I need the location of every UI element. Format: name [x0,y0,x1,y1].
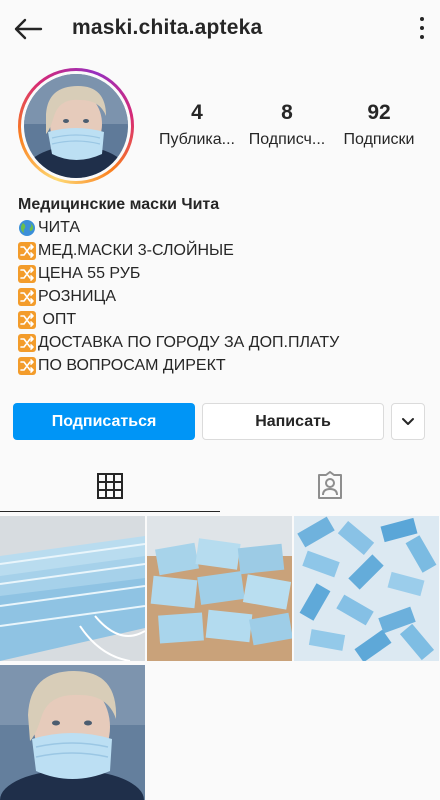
bio-text: МЕД.МАСКИ 3-СЛОЙНЫЕ [38,242,234,259]
stat-label: Подписки [343,131,415,148]
bio-line: ЦЕНА 55 РУБ [18,262,428,285]
stat-posts[interactable]: 4 Публика... [150,100,244,151]
bio-line: ЧИТА [18,216,428,239]
bio-line: ОПТ [18,308,428,331]
bio-text: ОПТ [38,311,77,328]
bio-text: ЧИТА [38,219,81,236]
post-thumbnail[interactable] [0,665,145,800]
message-button[interactable]: Написать [202,403,384,440]
grid-icon [97,472,123,499]
profile-username: maski.chita.apteka [72,16,263,39]
bio-line: РОЗНИЦА [18,285,428,308]
stat-label: Подписч... [248,131,326,148]
globe-icon [19,219,35,236]
stat-followers[interactable]: 8 Подписч... [240,100,334,151]
stat-count: 8 [281,101,293,124]
shuffle-icon [18,356,36,375]
tab-tagged[interactable] [220,460,440,512]
arrow-left-icon [14,18,43,40]
post-thumbnail[interactable] [294,516,439,661]
bio-text: ДОСТАВКА ПО ГОРОДУ ЗА ДОП.ПЛАТУ [38,334,340,351]
stat-count: 4 [191,101,203,124]
shuffle-icon [18,310,36,329]
profile-display-name: Медицинские маски Чита [18,196,220,213]
more-vertical-icon[interactable] [416,14,428,42]
bio-line: ПО ВОПРОСАМ ДИРЕКТ [18,354,428,377]
bio-text: ЦЕНА 55 РУБ [38,265,141,282]
profile-stats: 4 Публика... 8 Подписч... 92 Подписки [150,100,432,160]
bio-text: ПО ВОПРОСАМ ДИРЕКТ [38,357,226,374]
profile-tabs [0,460,440,512]
profile-bio: Медицинские маски Чита ЧИТА МЕД.МАСКИ 3-… [18,193,428,377]
post-thumbnail[interactable] [0,516,145,661]
stat-following[interactable]: 92 Подписки [332,100,426,151]
shuffle-icon [18,264,36,283]
follow-button[interactable]: Подписаться [13,403,195,440]
shuffle-icon [18,241,36,260]
post-thumbnail[interactable] [147,516,292,661]
stat-label: Публика... [159,131,235,148]
top-bar: maski.chita.apteka [0,0,440,58]
shuffle-icon [18,333,36,352]
chevron-down-icon [402,417,414,425]
tab-posts-grid[interactable] [0,460,220,512]
back-button[interactable] [10,12,46,46]
bio-line: ДОСТАВКА ПО ГОРОДУ ЗА ДОП.ПЛАТУ [18,331,428,354]
story-ring[interactable] [18,68,134,184]
stat-count: 92 [367,101,391,124]
tagged-person-icon [318,471,342,499]
bio-line: МЕД.МАСКИ 3-СЛОЙНЫЕ [18,239,428,262]
shuffle-icon [18,287,36,306]
bio-text: РОЗНИЦА [38,288,116,305]
avatar [24,74,128,178]
suggested-accounts-button[interactable] [391,403,425,440]
